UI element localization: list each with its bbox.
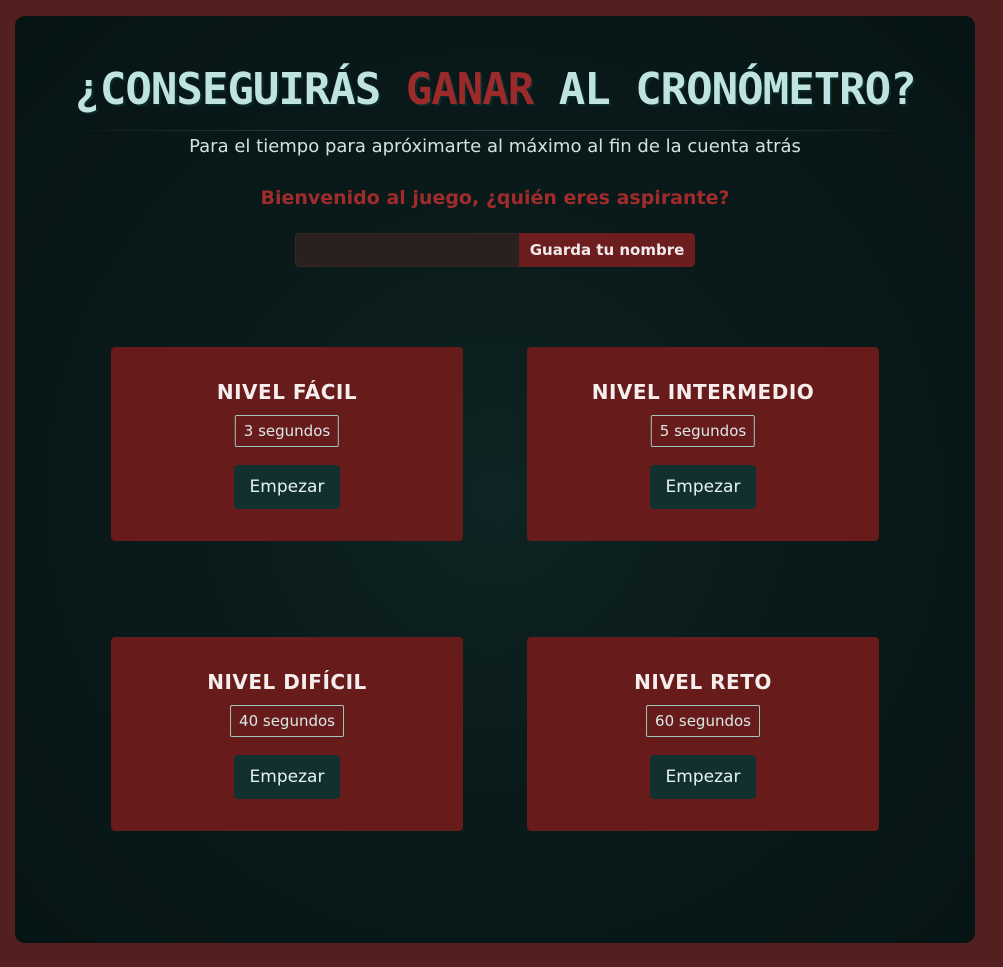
title-part-before: ¿CONSEGUIRÁS xyxy=(74,64,406,115)
name-form: Guarda tu nombre xyxy=(295,233,695,267)
title-divider xyxy=(55,130,935,131)
start-button-intermediate[interactable]: Empezar xyxy=(650,465,756,509)
level-title: NIVEL FÁCIL xyxy=(216,380,358,404)
main-panel: ¿CONSEGUIRÁS GANAR AL CRONÓMETRO? Para e… xyxy=(15,16,975,943)
title-accent-word: GANAR xyxy=(405,64,534,115)
start-button-easy[interactable]: Empezar xyxy=(234,465,340,509)
start-button-challenge[interactable]: Empezar xyxy=(650,755,756,799)
start-button-hard[interactable]: Empezar xyxy=(234,755,340,799)
page-subtitle: Para el tiempo para apróximarte al máxim… xyxy=(189,136,801,157)
level-time-badge: 5 segundos xyxy=(650,415,756,447)
welcome-message: Bienvenido al juego, ¿quién eres aspiran… xyxy=(260,187,730,209)
level-time-badge: 60 segundos xyxy=(646,705,760,737)
save-name-button[interactable]: Guarda tu nombre xyxy=(519,233,695,267)
level-title: NIVEL RETO xyxy=(634,670,772,694)
level-card-easy: NIVEL FÁCIL 3 segundos Empezar xyxy=(111,347,463,541)
level-time-badge: 40 segundos xyxy=(230,705,344,737)
level-title: NIVEL INTERMEDIO xyxy=(591,380,815,404)
level-card-hard: NIVEL DIFÍCIL 40 segundos Empezar xyxy=(111,637,463,831)
level-time-badge: 3 segundos xyxy=(234,415,340,447)
level-title: NIVEL DIFÍCIL xyxy=(207,670,367,694)
name-input[interactable] xyxy=(295,233,519,267)
title-part-after: AL CRONÓMETRO? xyxy=(533,64,917,115)
page-title: ¿CONSEGUIRÁS GANAR AL CRONÓMETRO? xyxy=(15,64,975,115)
level-card-challenge: NIVEL RETO 60 segundos Empezar xyxy=(527,637,879,831)
level-card-intermediate: NIVEL INTERMEDIO 5 segundos Empezar xyxy=(527,347,879,541)
